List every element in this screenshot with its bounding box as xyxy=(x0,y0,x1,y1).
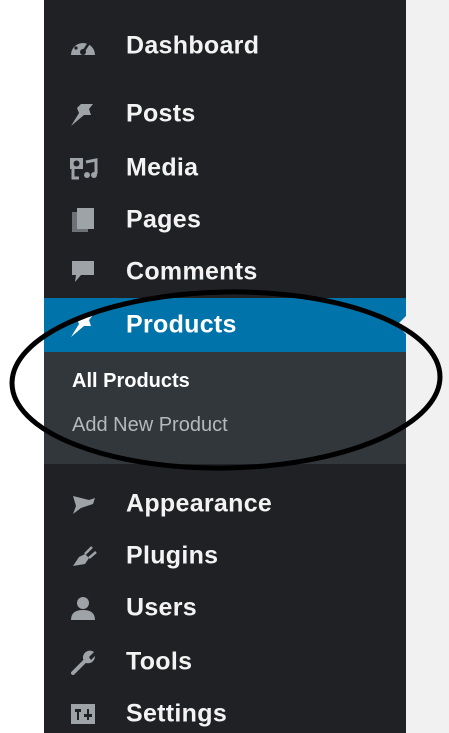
pushpin-icon xyxy=(66,310,100,340)
sidebar-item-appearance[interactable]: Appearance xyxy=(44,480,406,528)
sidebar-item-label: Products xyxy=(126,310,237,339)
users-icon xyxy=(66,593,100,623)
sidebar-item-dashboard[interactable]: Dashboard xyxy=(44,22,406,70)
sidebar-item-label: Appearance xyxy=(126,489,273,518)
wrench-icon xyxy=(66,647,100,677)
sidebar-item-settings[interactable]: Settings xyxy=(44,690,406,733)
left-margin xyxy=(0,0,44,733)
sidebar-item-label: Users xyxy=(126,593,197,622)
sidebar-item-posts[interactable]: Posts xyxy=(44,90,406,138)
pages-icon xyxy=(66,205,100,235)
admin-sidebar: Dashboard Posts Media Pages Comments Pro… xyxy=(44,0,406,733)
products-submenu: All Products Add New Product xyxy=(44,352,406,464)
paintbrush-icon xyxy=(66,489,100,519)
plugin-icon xyxy=(66,541,100,571)
sidebar-item-label: Settings xyxy=(126,699,228,728)
sidebar-item-media[interactable]: Media xyxy=(44,144,406,192)
active-indicator xyxy=(397,316,406,334)
comment-icon xyxy=(66,257,100,287)
sidebar-item-label: Dashboard xyxy=(126,31,260,60)
sidebar-item-plugins[interactable]: Plugins xyxy=(44,532,406,580)
media-icon xyxy=(66,153,100,183)
sidebar-item-label: Comments xyxy=(126,257,258,286)
sidebar-item-label: Pages xyxy=(126,205,202,234)
sidebar-item-comments[interactable]: Comments xyxy=(44,248,406,296)
sidebar-item-label: Plugins xyxy=(126,541,219,570)
pushpin-icon xyxy=(66,99,100,129)
page: Dashboard Posts Media Pages Comments Pro… xyxy=(0,0,449,733)
settings-icon xyxy=(66,699,100,729)
content-area-edge xyxy=(406,0,449,733)
sidebar-item-pages[interactable]: Pages xyxy=(44,196,406,244)
submenu-item-all-products[interactable]: All Products xyxy=(72,370,190,393)
sidebar-item-label: Tools xyxy=(126,647,193,676)
sidebar-item-tools[interactable]: Tools xyxy=(44,638,406,686)
submenu-item-add-new-product[interactable]: Add New Product xyxy=(72,414,228,437)
sidebar-item-users[interactable]: Users xyxy=(44,584,406,632)
sidebar-item-label: Media xyxy=(126,153,199,182)
sidebar-item-label: Posts xyxy=(126,99,196,128)
sidebar-item-products[interactable]: Products xyxy=(44,298,406,352)
dashboard-icon xyxy=(66,31,100,61)
